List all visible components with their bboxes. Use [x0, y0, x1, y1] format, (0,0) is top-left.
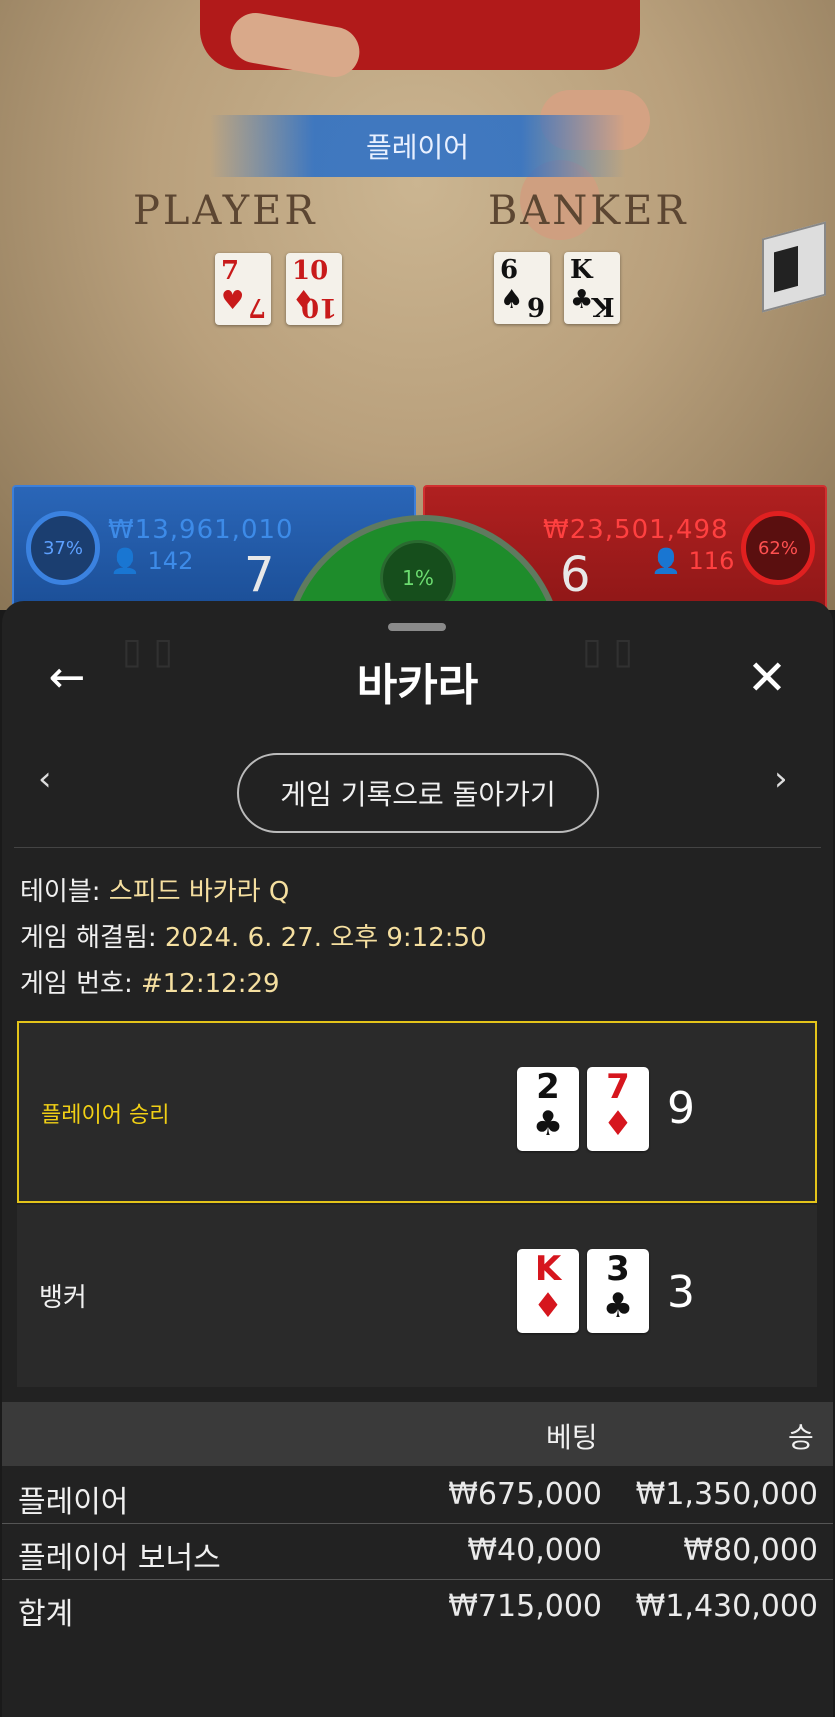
win-column-header: 승 — [788, 1421, 814, 1454]
player-score: 9 — [667, 1083, 695, 1134]
sheet-drag-handle[interactable] — [388, 623, 446, 631]
bet-amount: ₩40,000 — [467, 1533, 602, 1568]
person-icon: 👤 — [110, 547, 140, 575]
win-amount: ₩80,000 — [683, 1533, 818, 1568]
player-percent-ring: 37% — [26, 511, 100, 585]
table-info: 테이블: 스피드 바카라 Q — [20, 877, 290, 907]
total-bet-amount: ₩715,000 — [448, 1589, 602, 1624]
table-row: 플레이어 보너스 ₩40,000 ₩80,000 — [2, 1523, 833, 1580]
player-hand-total: 7 — [244, 547, 275, 603]
banker-bet-amount: ₩23,501,498 — [543, 515, 729, 545]
banker-result-row: 뱅커 K ♦ 3 ♣ 3 — [17, 1205, 817, 1387]
bet-name: 플레이어 보너스 — [18, 1541, 221, 1576]
banker-bettor-count: 👤 116 — [651, 547, 735, 575]
bet-name: 플레이어 — [18, 1485, 129, 1520]
banker-label: 뱅커 — [39, 1283, 87, 1313]
close-button[interactable]: ✕ — [740, 651, 794, 705]
total-win-amount: ₩1,430,000 — [635, 1589, 818, 1624]
banker-card: K ♣ K — [564, 252, 620, 324]
player-win-label: 플레이어 승리 — [41, 1103, 170, 1128]
result-banner: 플레이어 — [210, 115, 625, 177]
banker-card: 6 ♠ 6 — [494, 252, 550, 324]
player-table-label: PLAYER — [133, 188, 318, 234]
result-card: 2 ♣ — [517, 1067, 579, 1151]
chevron-left-icon[interactable]: ‹ — [38, 759, 52, 799]
result-card: 7 ♦ — [587, 1067, 649, 1151]
card-shoe — [762, 221, 826, 313]
player-card: 10 ♦ 10 — [286, 253, 342, 325]
chevron-right-icon[interactable]: › — [774, 759, 788, 799]
win-amount: ₩1,350,000 — [635, 1477, 818, 1512]
total-label: 합계 — [18, 1597, 74, 1632]
person-icon: 👤 — [651, 547, 681, 575]
resolved-info: 게임 해결됨: 2024. 6. 27. 오후 9:12:50 — [20, 923, 487, 953]
banker-percent-ring: 62% — [741, 511, 815, 585]
game-detail-sheet: ▯ ▯ ▯ ▯ ← 바카라 ✕ ‹ 게임 기록으로 돌아가기 › 테이블: 스피… — [2, 601, 833, 1717]
player-card: 7 ♥ 7 — [215, 253, 271, 325]
page-title: 바카라 — [356, 660, 479, 711]
player-bettor-count: 👤 142 — [110, 547, 194, 575]
bet-amount: ₩675,000 — [448, 1477, 602, 1512]
game-number-info: 게임 번호: #12:12:29 — [20, 969, 280, 999]
result-card: K ♦ — [517, 1249, 579, 1333]
table-row-total: 합계 ₩715,000 ₩1,430,000 — [2, 1579, 833, 1635]
table-row: 플레이어 ₩675,000 ₩1,350,000 — [2, 1467, 833, 1524]
result-card: 3 ♣ — [587, 1249, 649, 1333]
bets-table-header: 베팅 승 — [2, 1402, 833, 1466]
banker-score: 3 — [667, 1267, 695, 1318]
player-bet-amount: ₩13,961,010 — [108, 515, 294, 545]
bet-column-header: 베팅 — [546, 1421, 598, 1454]
divider — [14, 847, 821, 848]
player-result-row: 플레이어 승리 2 ♣ 7 ♦ 9 — [17, 1021, 817, 1203]
close-icon: ✕ — [746, 650, 788, 706]
banker-hand-total: 6 — [560, 547, 591, 603]
banker-table-label: BANKER — [488, 188, 689, 234]
back-to-history-button[interactable]: 게임 기록으로 돌아가기 — [237, 753, 599, 833]
